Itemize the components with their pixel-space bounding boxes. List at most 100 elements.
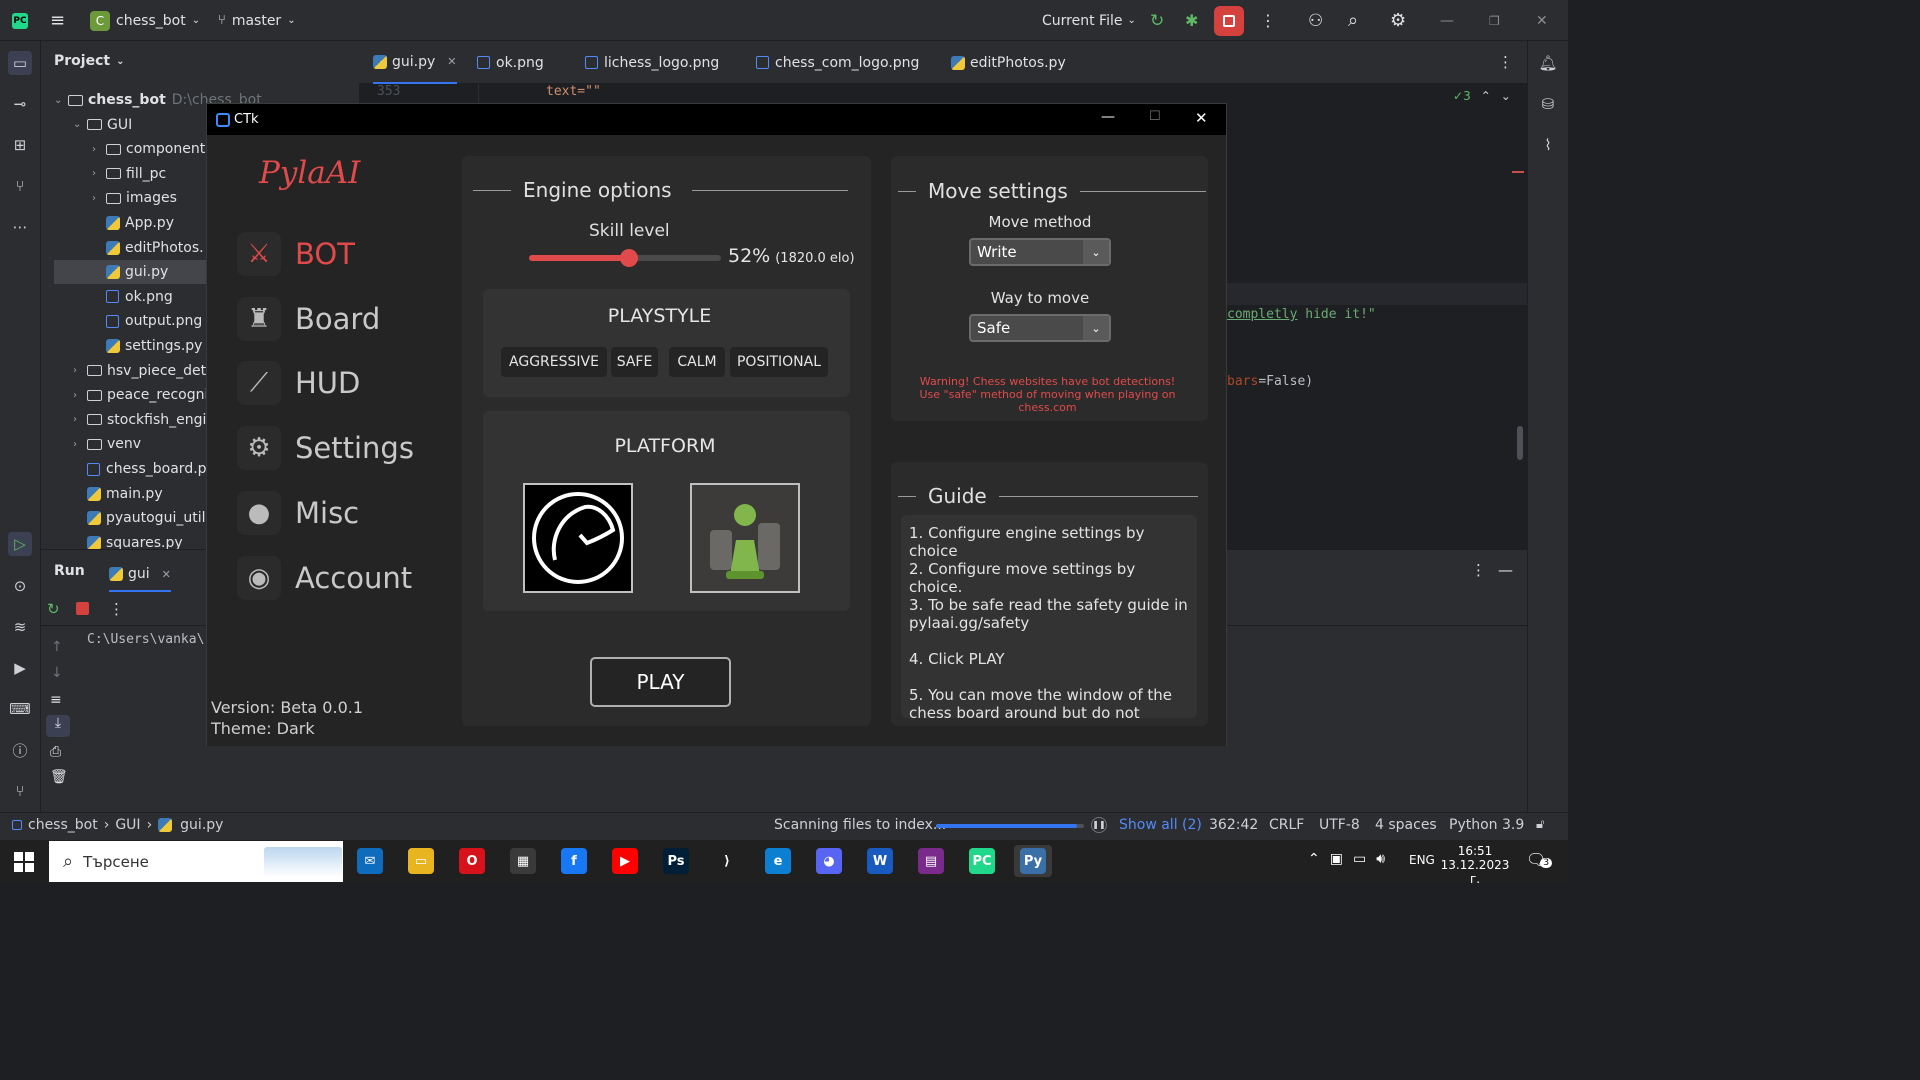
more-icon[interactable]: ⋮	[109, 600, 124, 618]
lock-icon[interactable]: 🔓︎	[1536, 817, 1544, 832]
editor-tab[interactable]: lichess_logo.png	[585, 41, 719, 84]
tree-item[interactable]: main.py	[73, 482, 163, 506]
taskbar-app-button[interactable]: ⟩	[708, 845, 746, 877]
run-tool-icon[interactable]: ▷	[8, 532, 32, 556]
tree-item[interactable]: ⌄ GUI	[73, 113, 132, 137]
playstyle-safe-button[interactable]: SAFE	[611, 347, 658, 377]
chevron-icon[interactable]: ⌄	[54, 95, 68, 106]
playstyle-positional-button[interactable]: POSITIONAL	[730, 347, 828, 377]
tree-item[interactable]: ok.png	[92, 285, 173, 309]
chess-com-logo[interactable]	[690, 483, 800, 593]
more-actions-icon[interactable]: ⋮	[1260, 0, 1276, 41]
battery-icon[interactable]: ▭	[1353, 851, 1366, 867]
tree-item[interactable]: › images	[92, 186, 177, 210]
run-tab-gui[interactable]: gui ✕	[109, 558, 171, 592]
taskbar-app-button[interactable]: PC	[963, 845, 1001, 877]
taskbar-app-button[interactable]: Ps	[657, 845, 695, 877]
nav-account[interactable]: ◉ Account	[237, 554, 412, 602]
play-button[interactable]: PLAY	[590, 657, 731, 707]
taskbar-app-button[interactable]: f	[555, 845, 593, 877]
structure-icon[interactable]: ⊞	[8, 133, 32, 157]
pause-icon[interactable]: ❚❚	[1091, 817, 1107, 833]
tree-item[interactable]: › venv	[73, 432, 141, 456]
tree-item[interactable]: pyautogui_utils	[73, 506, 213, 530]
debug-icon[interactable]: ✱	[1185, 0, 1198, 41]
close-icon[interactable]: ✕	[1536, 0, 1548, 41]
taskbar-app-button[interactable]: O	[453, 845, 491, 877]
minimize-icon[interactable]: —	[1440, 0, 1454, 41]
taskbar-app-button[interactable]: ▦	[504, 845, 542, 877]
notifications-icon[interactable]: 🗨︎3	[1526, 850, 1553, 869]
notifications-icon[interactable]: 🔔︎	[1536, 51, 1560, 75]
way-to-move-dropdown[interactable]: Safe ⌄	[969, 314, 1111, 342]
skill-slider-knob[interactable]	[619, 249, 638, 267]
editor-tab[interactable]: chess_com_logo.png	[756, 41, 919, 84]
minimize-icon[interactable]: —	[1101, 109, 1115, 125]
editor-scrollbar[interactable]	[1517, 426, 1523, 460]
run-more-icon[interactable]: ⋮	[1471, 561, 1486, 579]
editor-tab[interactable]: gui.py ✕	[373, 41, 457, 84]
close-tab-icon[interactable]: ✕	[162, 568, 171, 581]
maximize-icon[interactable]: ☐	[1149, 109, 1161, 124]
nav-board[interactable]: ♜ Board	[237, 295, 380, 343]
show-all-link[interactable]: Show all (2)	[1119, 817, 1202, 833]
taskbar-app-button[interactable]: ✉	[351, 845, 389, 877]
python-packages-icon[interactable]: ≋	[8, 615, 32, 639]
breadcrumb-item[interactable]: chess_bot	[28, 817, 98, 833]
problems-icon[interactable]: ⓘ	[8, 738, 32, 762]
guide-scroll-box[interactable]: 1. Configure engine settings by choice 2…	[901, 515, 1197, 718]
services-icon[interactable]: ▶	[8, 656, 32, 680]
search-icon[interactable]: ⌕	[1348, 0, 1358, 41]
chevron-icon[interactable]: ›	[73, 390, 87, 401]
playstyle-calm-button[interactable]: CALM	[669, 347, 725, 377]
hide-panel-icon[interactable]: —	[1498, 561, 1513, 579]
tree-item[interactable]: chess_board.p	[73, 457, 207, 481]
python-console-icon[interactable]: ⊙	[8, 574, 32, 598]
tree-item[interactable]: › peace_recogni	[73, 383, 208, 407]
taskbar-search-box[interactable]: ⌕ Търсене	[49, 841, 343, 882]
ctk-title-bar[interactable]: CTk — ☐ ✕	[207, 104, 1226, 135]
close-icon[interactable]: ✕	[1195, 109, 1208, 127]
project-selector[interactable]: C chess_bot ⌄	[90, 0, 200, 41]
playstyle-aggressive-button[interactable]: AGGRESSIVE	[501, 347, 607, 377]
trash-icon[interactable]: 🗑︎	[50, 769, 68, 785]
nav-settings[interactable]: ⚙ Settings	[237, 424, 414, 472]
terminal-icon[interactable]: ⌨	[8, 697, 32, 721]
rerun-icon[interactable]: ↻	[47, 600, 60, 618]
tree-item[interactable]: › fill_pc	[92, 162, 166, 186]
tree-item[interactable]: settings.py	[92, 334, 202, 358]
taskbar-app-button[interactable]: W	[861, 845, 899, 877]
chevron-icon[interactable]: ›	[73, 365, 87, 376]
settings-gear-icon[interactable]: ⚙	[1390, 0, 1406, 41]
tree-item[interactable]: › component	[92, 137, 205, 161]
python-interpreter[interactable]: Python 3.9	[1449, 817, 1524, 833]
tree-item[interactable]: App.py	[92, 211, 174, 235]
volume-icon[interactable]: 🔊︎	[1376, 851, 1385, 867]
chevron-icon[interactable]: ⌄	[73, 119, 87, 130]
taskbar-app-button[interactable]: e	[759, 845, 797, 877]
run-config-selector[interactable]: Current File ⌄	[1042, 0, 1136, 41]
nav-misc[interactable]: ● Misc	[237, 489, 359, 537]
restore-icon[interactable]: ❐	[1489, 0, 1500, 41]
project-panel-header[interactable]: Project ⌄	[54, 53, 124, 69]
more-tools-icon[interactable]: ⋯	[8, 215, 32, 239]
chevron-icon[interactable]: ›	[92, 193, 106, 204]
rerun-icon[interactable]: ↻	[1150, 0, 1164, 41]
arrow-up-icon[interactable]: ↑	[51, 639, 63, 655]
lichess-logo[interactable]	[523, 483, 633, 593]
close-tab-icon[interactable]: ✕	[447, 55, 456, 68]
tree-item[interactable]: editPhotos.	[92, 236, 204, 260]
stop-button[interactable]	[1214, 6, 1244, 36]
editor-tab[interactable]: editPhotos.py	[951, 41, 1066, 84]
taskbar-app-button[interactable]: ▭	[402, 845, 440, 877]
nav-hud[interactable]: ⟋ HUD	[237, 359, 360, 407]
editor-tab[interactable]: ok.png	[477, 41, 544, 84]
breadcrumb-item[interactable]: gui.py	[180, 817, 223, 833]
scroll-to-end-icon[interactable]: ⤓	[46, 715, 70, 737]
pull-requests-icon[interactable]: ⑂	[8, 174, 32, 198]
file-encoding[interactable]: UTF-8	[1319, 817, 1360, 833]
commit-icon[interactable]: ⊸	[8, 92, 32, 116]
language-indicator[interactable]: ENG	[1409, 853, 1435, 867]
tree-item[interactable]: › stockfish_engi	[73, 408, 206, 432]
clock[interactable]: 16:51 13.12.2023 г.	[1440, 844, 1510, 886]
